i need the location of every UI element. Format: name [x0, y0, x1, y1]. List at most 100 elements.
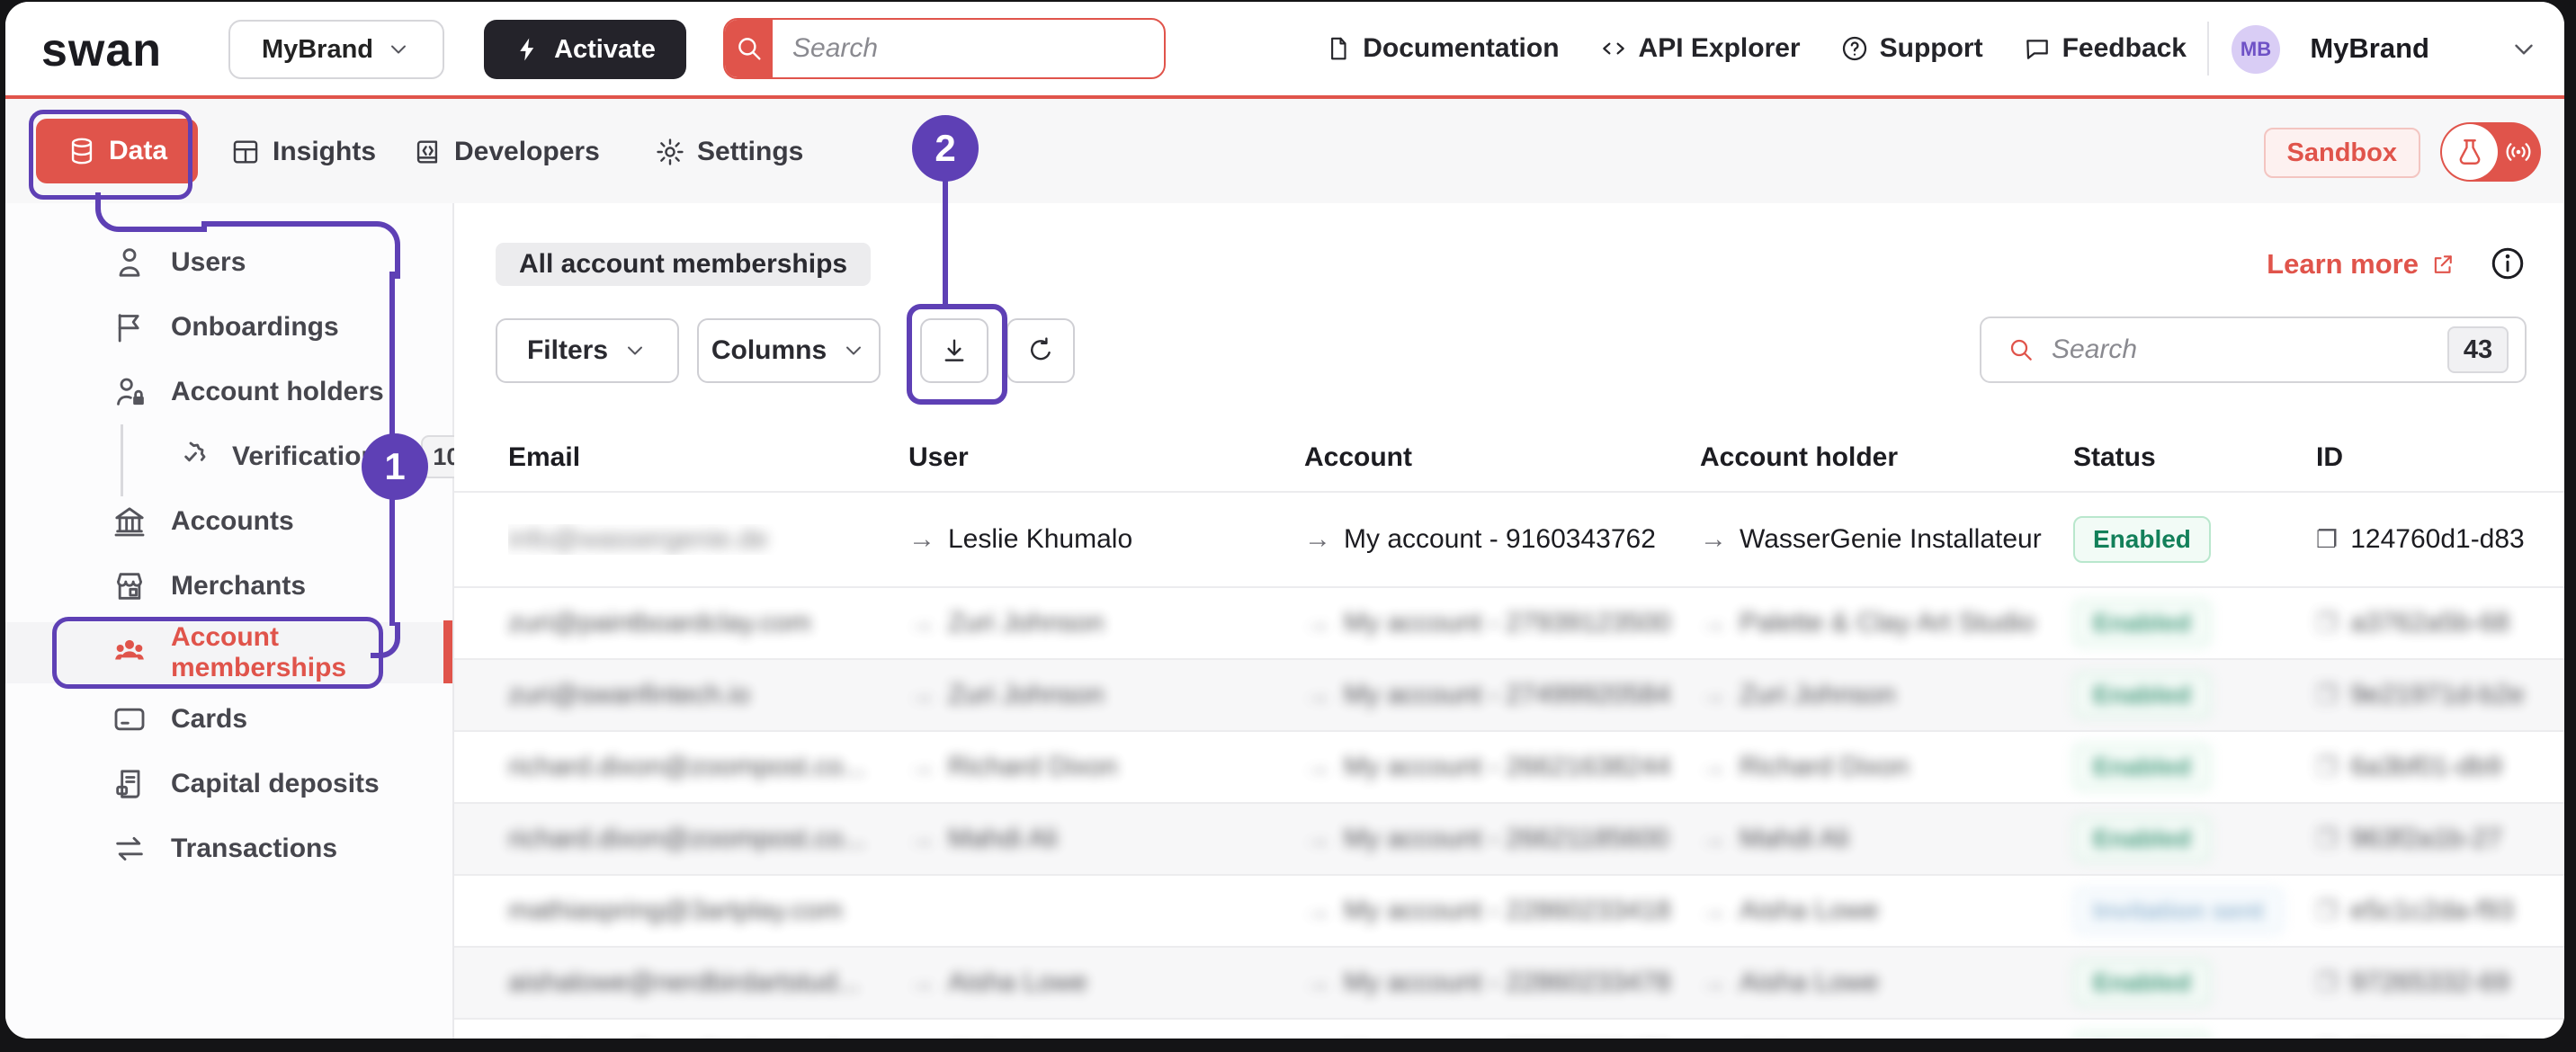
table-row[interactable]: richard.dixon@zoompost.co... → Richard Di…	[454, 730, 2564, 802]
tab-insights[interactable]: Insights	[230, 137, 376, 167]
arrow-icon: →	[1700, 524, 1727, 554]
project-selector[interactable]: MyBrand	[228, 20, 444, 79]
tab-data-label: Data	[109, 136, 168, 165]
status-badge: Enabled	[2073, 744, 2211, 790]
cell-account: My account - 26621638244	[1344, 752, 1671, 781]
arrow-icon: →	[1304, 524, 1331, 554]
arrow-icon: →	[1700, 896, 1727, 925]
sidebar-item-account-memberships[interactable]: Account memberships	[5, 622, 452, 683]
chevron-down-icon[interactable]	[2509, 34, 2539, 65]
tab-data[interactable]: Data	[36, 119, 199, 183]
tab-settings-label: Settings	[697, 137, 804, 166]
sidebar-item-onboardings[interactable]: Onboardings	[5, 297, 452, 358]
support-link[interactable]: Support	[1840, 33, 1983, 64]
cell-email: richard.dixon@zoompost.co...	[508, 752, 866, 781]
cell-id: 6a3bf01-db9	[2350, 752, 2502, 781]
cell-id: 9e21971d-b2e	[2350, 680, 2525, 709]
cell-email: richard.dixon@zoompost.co...	[508, 824, 866, 853]
cell-email: zuri@paintboardclay.com	[508, 608, 811, 637]
table-row[interactable]: mathiaspring@3artplay.com → My account - …	[454, 874, 2564, 946]
document-icon	[1325, 35, 1352, 62]
cell-id: 124760d1-d83	[2350, 524, 2525, 554]
database-icon	[67, 136, 97, 166]
cell-holder[interactable]: WasserGenie Installateur	[1740, 524, 2042, 555]
sidebar-item-capital-deposits[interactable]: Capital deposits	[5, 753, 452, 815]
table-row[interactable]: zuri@paintboardclay.com → Zuri Johnson → M…	[454, 586, 2564, 658]
environment-toggle[interactable]	[2440, 122, 2541, 182]
cell-account: My account - 26621185600	[1344, 824, 1669, 853]
arrow-icon: →	[1304, 824, 1331, 853]
activate-button[interactable]: Activate	[484, 20, 686, 79]
sidebar-item-transactions[interactable]: Transactions	[5, 818, 452, 879]
view-chip[interactable]: All account memberships	[496, 243, 872, 286]
cell-user: Aisha Lowe	[948, 967, 1088, 997]
cell-id: 97265332-69	[2350, 967, 2510, 997]
table-row[interactable]: aishalowe@nerdbirdartstud... → Aisha Lowe…	[454, 946, 2564, 1018]
sidebar-label: Verifications	[232, 441, 393, 471]
learn-more-link[interactable]: Learn more	[2267, 248, 2456, 281]
status-badge: Enabled	[2073, 600, 2211, 646]
arrow-icon: →	[1304, 752, 1331, 781]
arrow-icon: →	[1700, 824, 1727, 853]
result-count-badge: 43	[2447, 326, 2509, 373]
arrow-icon: →	[1700, 680, 1727, 709]
cell-holder: Zuri Johnson	[1740, 680, 1896, 709]
table-row[interactable]: info@wassergenie.de → Leslie Khumalo → My …	[454, 491, 2564, 586]
table-row[interactable]: aishalowe@nerdbirdartstud... →Aisha Lowe…	[454, 1018, 2564, 1039]
table-row[interactable]: zuri@swanfintech.io → Zuri Johnson → My ac…	[454, 658, 2564, 730]
arrow-icon: →	[1700, 608, 1727, 637]
tab-insights-label: Insights	[273, 137, 377, 166]
cell-email: info@wassergenie.de	[508, 524, 768, 554]
documentation-link[interactable]: Documentation	[1325, 33, 1560, 64]
table-search-input[interactable]	[2035, 334, 2447, 365]
columns-button[interactable]: Columns	[697, 318, 881, 383]
activate-label: Activate	[554, 34, 656, 64]
cell-account[interactable]: My account - 9160343762	[1344, 524, 1656, 555]
cell-holder: Aisha Lowe	[1740, 896, 1880, 925]
export-button[interactable]	[920, 318, 988, 383]
column-header-user: User	[908, 442, 969, 472]
nav-bar: Data Insights Developers Settings Sandbo…	[5, 99, 2564, 205]
cell-holder: Richard Dixon	[1740, 752, 1910, 781]
sidebar: Users Onboardings Account holders Verifi…	[5, 203, 472, 1039]
cell-holder: Palette & Clay Art Studio	[1740, 608, 2035, 637]
sidebar-item-cards[interactable]: Cards	[5, 689, 452, 750]
info-icon[interactable]	[2489, 245, 2527, 282]
learn-more-label: Learn more	[2267, 248, 2419, 280]
user-menu-label[interactable]: MyBrand	[2310, 32, 2429, 65]
developers-icon	[412, 137, 443, 167]
sidebar-label: Capital deposits	[171, 769, 380, 798]
search-icon-cap[interactable]	[725, 20, 773, 77]
filters-button[interactable]: Filters	[496, 318, 679, 383]
tab-settings[interactable]: Settings	[655, 137, 803, 167]
divider	[2207, 22, 2209, 76]
arrow-icon: →	[908, 967, 935, 997]
table-row[interactable]: richard.dixon@zoompost.co... → Mahdi Ali …	[454, 802, 2564, 874]
copy-icon: ❐	[2316, 609, 2339, 637]
app-window: swan MyBrand Activate Documentation API …	[5, 2, 2564, 1039]
sidebar-item-verifications[interactable]: Verifications 10	[5, 426, 472, 487]
top-bar: swan MyBrand Activate Documentation API …	[5, 2, 2564, 95]
refresh-button[interactable]	[1006, 318, 1075, 383]
sidebar-item-accounts[interactable]: Accounts	[5, 491, 452, 552]
sidebar-item-users[interactable]: Users	[5, 232, 452, 293]
column-header-account-holder: Account holder	[1700, 442, 1899, 472]
api-explorer-link[interactable]: API Explorer	[1599, 33, 1801, 64]
feedback-link[interactable]: Feedback	[2023, 33, 2187, 64]
cell-email: aishalowe@nerdbirdartstud...	[508, 967, 860, 997]
seal-check-icon	[173, 439, 209, 475]
bank-icon	[112, 504, 148, 539]
tab-developers[interactable]: Developers	[412, 137, 600, 167]
active-item-indicator	[443, 620, 452, 683]
sidebar-item-merchants[interactable]: Merchants	[5, 556, 452, 617]
cell-account: My account - 27499920584	[1344, 680, 1671, 709]
column-header-email: Email	[508, 442, 581, 472]
arrow-icon: →	[908, 752, 935, 781]
cell-user[interactable]: Leslie Khumalo	[948, 524, 1132, 555]
global-search-input[interactable]	[773, 20, 1164, 77]
tab-developers-label: Developers	[454, 137, 600, 166]
sidebar-item-account-holders[interactable]: Account holders	[5, 361, 452, 423]
copy-icon[interactable]: ❐	[2316, 526, 2338, 554]
avatar[interactable]: MB	[2232, 25, 2280, 74]
status-badge: Enabled	[2073, 516, 2211, 563]
